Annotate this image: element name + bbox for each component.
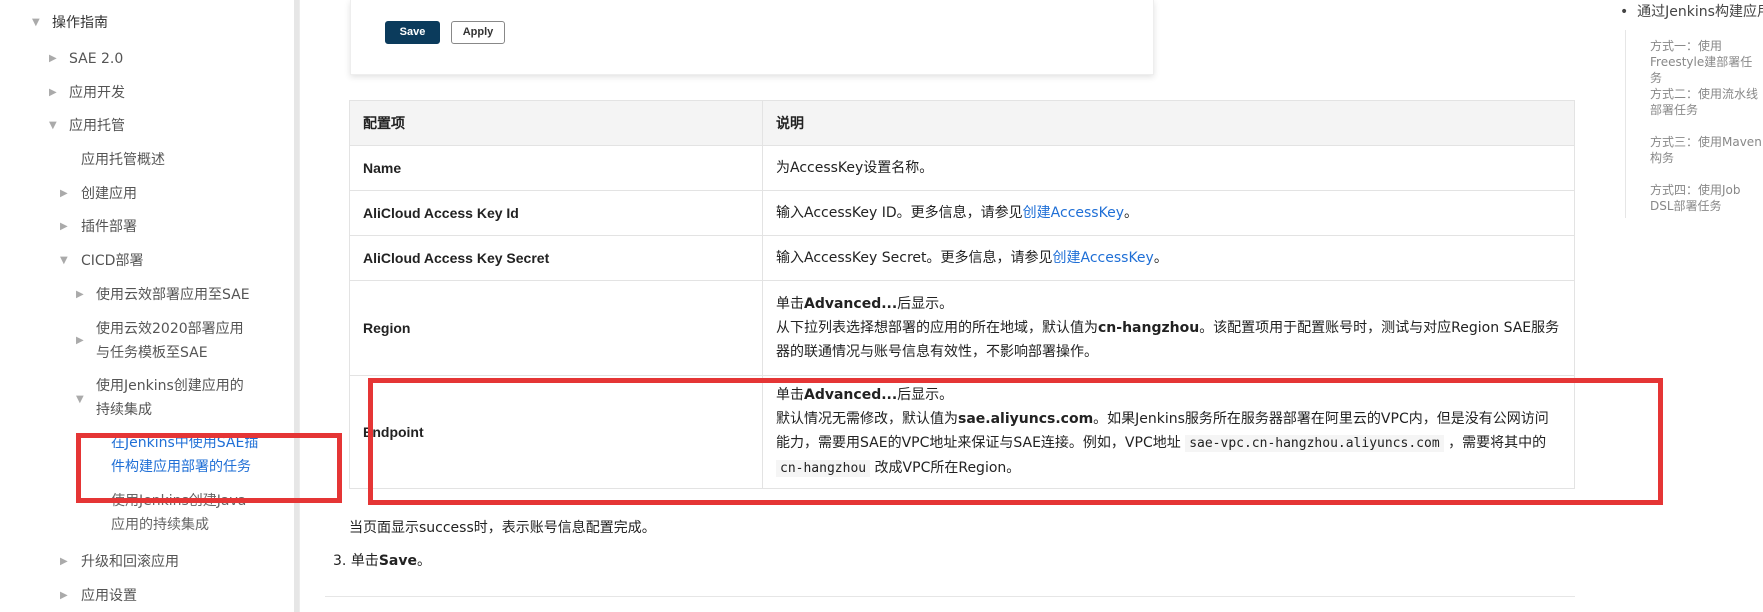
- highlight-box-sidebar: [76, 433, 342, 503]
- apply-button[interactable]: Apply: [451, 21, 505, 44]
- sidebar-item-jenkins-ci[interactable]: 使用Jenkins创建应用的持续集成: [96, 374, 256, 422]
- desc-text: 输入AccessKey Secret。更多信息，请参见: [776, 250, 1053, 266]
- desc-text: 输入AccessKey ID。更多信息，请参见: [776, 205, 1023, 221]
- chevron-right-icon[interactable]: ▶: [49, 47, 57, 71]
- chevron-right-icon[interactable]: ▶: [60, 182, 68, 206]
- desc-text: 单击: [776, 296, 804, 312]
- desc-text: 后显示。: [897, 296, 954, 312]
- highlight-box-endpoint: [368, 378, 1663, 505]
- bullet-icon: •: [1620, 4, 1629, 20]
- table-header-desc: 说明: [762, 100, 1575, 146]
- toc-item-freestyle[interactable]: 方式一：使用Freestyle建部署任务: [1650, 38, 1763, 86]
- chevron-right-icon[interactable]: ▶: [60, 584, 68, 608]
- chevron-down-icon[interactable]: ▼: [76, 388, 84, 412]
- chevron-down-icon[interactable]: ▼: [32, 11, 40, 35]
- chevron-right-icon[interactable]: ▶: [76, 329, 84, 353]
- create-accesskey-link[interactable]: 创建AccessKey: [1053, 250, 1154, 266]
- table-row: AliCloud Access Key Secret 输入AccessKey S…: [349, 235, 1575, 281]
- create-accesskey-link[interactable]: 创建AccessKey: [1023, 205, 1124, 221]
- toc-head-text: 通过Jenkins构建应用: [1637, 4, 1763, 20]
- chevron-right-icon[interactable]: ▶: [49, 81, 57, 105]
- sidebar-item-yunxiao-2020[interactable]: 使用云效2020部署应用与任务模板至SAE: [96, 317, 256, 365]
- cell-desc: 为AccessKey设置名称。: [762, 145, 1575, 191]
- sidebar-item-app-settings[interactable]: 应用设置: [81, 584, 137, 608]
- cell-key: Name: [349, 145, 763, 191]
- success-note: 当页面显示success时，表示账号信息配置完成。: [349, 520, 656, 536]
- sidebar-divider: [299, 0, 300, 612]
- sidebar-item-yunxiao[interactable]: 使用云效部署应用至SAE: [96, 283, 250, 307]
- table-row: Name 为AccessKey设置名称。: [349, 145, 1575, 191]
- sidebar-item-sae2[interactable]: SAE 2.0: [69, 47, 123, 71]
- desc-line: 单击Advanced...后显示。: [776, 292, 1561, 316]
- divider: [325, 596, 1575, 597]
- sidebar-item-hosting-overview[interactable]: 应用托管概述: [81, 148, 165, 172]
- step-number: 3.: [333, 553, 347, 569]
- step-3: 3. 单击Save。: [333, 550, 431, 570]
- desc-line: 从下拉列表选择想部署的应用的所在地域，默认值为cn-hangzhou。该配置项用…: [776, 316, 1561, 364]
- table-header-config: 配置项: [349, 100, 763, 146]
- table-row: Region 单击Advanced...后显示。 从下拉列表选择想部署的应用的所…: [349, 280, 1575, 376]
- sidebar-item-plugin-deploy[interactable]: 插件部署: [81, 215, 137, 239]
- desc-bold: cn-hangzhou: [1098, 320, 1200, 336]
- cell-key: AliCloud Access Key Secret: [349, 235, 763, 281]
- table-row: AliCloud Access Key Id 输入AccessKey ID。更多…: [349, 190, 1575, 236]
- chevron-right-icon[interactable]: ▶: [60, 215, 68, 239]
- sidebar-item-upgrade-rollback[interactable]: 升级和回滚应用: [81, 550, 179, 574]
- sidebar-item-app-hosting[interactable]: 应用托管: [69, 114, 125, 138]
- chevron-down-icon[interactable]: ▼: [49, 114, 57, 138]
- sidebar-item-create-app[interactable]: 创建应用: [81, 182, 137, 206]
- cell-key: AliCloud Access Key Id: [349, 190, 763, 236]
- toc-item-pipeline[interactable]: 方式二：使用流水线部署任务: [1650, 86, 1763, 118]
- desc-bold: Advanced...: [804, 296, 898, 312]
- sidebar-item-cicd[interactable]: CICD部署: [81, 249, 143, 273]
- desc-text: 从下拉列表选择想部署的应用的所在地域，默认值为: [776, 320, 1098, 336]
- chevron-right-icon[interactable]: ▶: [76, 283, 84, 307]
- cell-key: Region: [349, 280, 763, 376]
- desc-text: 。: [1153, 250, 1168, 266]
- step-text: 单击: [350, 553, 379, 569]
- save-button[interactable]: Save: [385, 21, 440, 44]
- sidebar-item-app-dev[interactable]: 应用开发: [69, 81, 125, 105]
- cell-desc: 单击Advanced...后显示。 从下拉列表选择想部署的应用的所在地域，默认值…: [762, 280, 1575, 376]
- toc-panel: • 通过Jenkins构建应用 方式一：使用Freestyle建部署任务 方式二…: [1620, 0, 1763, 612]
- desc-text: 。: [1123, 205, 1138, 221]
- chevron-right-icon[interactable]: ▶: [60, 550, 68, 574]
- toc-item-job-dsl[interactable]: 方式四：使用Job DSL部署任务: [1650, 182, 1763, 214]
- cell-desc: 输入AccessKey Secret。更多信息，请参见创建AccessKey。: [762, 235, 1575, 281]
- step-text: 。: [416, 553, 431, 569]
- step-bold: Save: [378, 553, 417, 569]
- sidebar-item-guide[interactable]: 操作指南: [52, 11, 108, 35]
- toc-item-jenkins[interactable]: • 通过Jenkins构建应用: [1620, 4, 1763, 20]
- cell-desc: 输入AccessKey ID。更多信息，请参见创建AccessKey。: [762, 190, 1575, 236]
- toc-item-maven[interactable]: 方式三：使用Maven构务: [1650, 134, 1763, 166]
- chevron-down-icon[interactable]: ▼: [60, 249, 68, 273]
- sidebar-nav: ▼ 操作指南 ▶ SAE 2.0 ▶ 应用开发 ▼ 应用托管 应用托管概述 ▶ …: [0, 0, 300, 612]
